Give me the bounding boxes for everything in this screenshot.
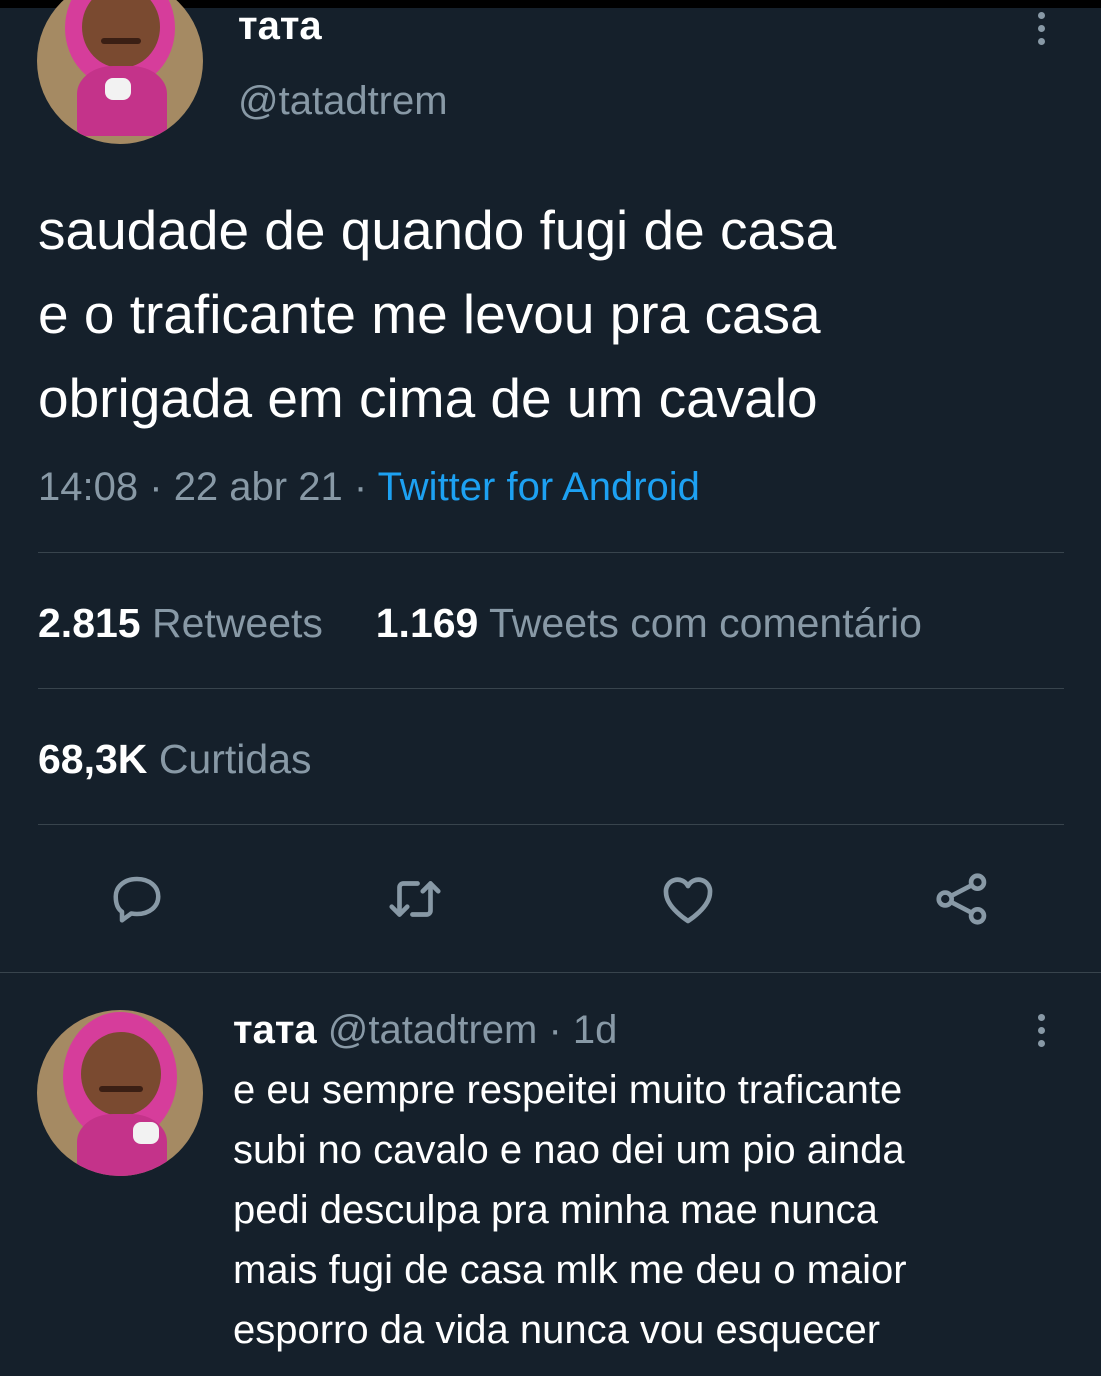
likes-label: Curtidas: [158, 736, 312, 782]
retweets-stat[interactable]: 2.815 Retweets: [38, 600, 334, 646]
author-handle[interactable]: @tatadtrem: [238, 78, 448, 124]
author-name[interactable]: тата: [238, 4, 322, 48]
divider: [38, 824, 1064, 825]
more-options-icon[interactable]: [1036, 12, 1046, 45]
reply-text-line: subi no cavalo e nao dei um pio ainda: [233, 1128, 905, 1172]
reply-author-avatar[interactable]: [37, 1010, 203, 1176]
tweet-text-line: saudade de quando fugi de casa: [38, 199, 837, 261]
retweets-count: 2.815: [38, 600, 141, 646]
author-avatar[interactable]: [37, 0, 203, 144]
quotes-label: Tweets com comentário: [489, 600, 922, 646]
like-button[interactable]: [653, 864, 723, 934]
quotes-stat[interactable]: 1.169 Tweets com comentário: [376, 600, 922, 646]
likes-stat[interactable]: 68,3K Curtidas: [38, 734, 312, 784]
divider: [0, 972, 1101, 973]
reply-text-line: e eu sempre respeitei muito traficante: [233, 1068, 903, 1112]
tweet-meta: 14:08 · 22 abr 21 · Twitter for Android: [38, 462, 700, 512]
reply-author-handle[interactable]: @tatadtrem: [328, 1008, 538, 1052]
reply-age: · 1d: [548, 1008, 618, 1052]
tweet-text-line: e o traficante me levou pra casa: [38, 283, 821, 345]
divider: [38, 688, 1064, 689]
like-icon: [663, 877, 713, 924]
reply-text-line: esporro da vida nunca vou esquecer: [233, 1308, 881, 1352]
tweet-date[interactable]: 22 abr 21: [174, 465, 343, 509]
meta-separator: ·: [149, 465, 163, 509]
engagement-row: 2.815 Retweets 1.169 Tweets com comentár…: [38, 598, 922, 648]
quotes-count: 1.169: [375, 600, 479, 646]
tweet-text: saudade de quando fugi de casa e o trafi…: [38, 188, 1078, 440]
tweet-source-link[interactable]: Twitter for Android: [378, 465, 700, 509]
likes-count: 68,3K: [38, 736, 148, 782]
share-icon: [936, 873, 987, 925]
retweet-icon: [389, 881, 441, 917]
reply-text-line: pedi desculpa pra minha mae nunca: [233, 1188, 878, 1232]
reply-text-line: mais fugi de casa mlk me deu o maior: [233, 1248, 907, 1292]
tweet-time[interactable]: 14:08: [38, 465, 138, 509]
reply-header: тата @tatadtrem · 1d: [233, 1006, 617, 1054]
reply-text: e eu sempre respeitei muito traficante s…: [233, 1060, 1093, 1360]
reply-button[interactable]: [102, 864, 172, 934]
tweet-text-line: obrigada em cima de um cavalo: [38, 367, 818, 429]
reply-icon: [113, 876, 161, 923]
share-button[interactable]: [927, 864, 997, 934]
retweet-button[interactable]: [380, 864, 450, 934]
reply-more-options-icon[interactable]: [1036, 1014, 1046, 1047]
reply-author-name[interactable]: тата: [233, 1008, 317, 1052]
meta-separator: ·: [353, 465, 368, 509]
divider: [38, 552, 1064, 553]
retweets-label: Retweets: [152, 600, 323, 646]
